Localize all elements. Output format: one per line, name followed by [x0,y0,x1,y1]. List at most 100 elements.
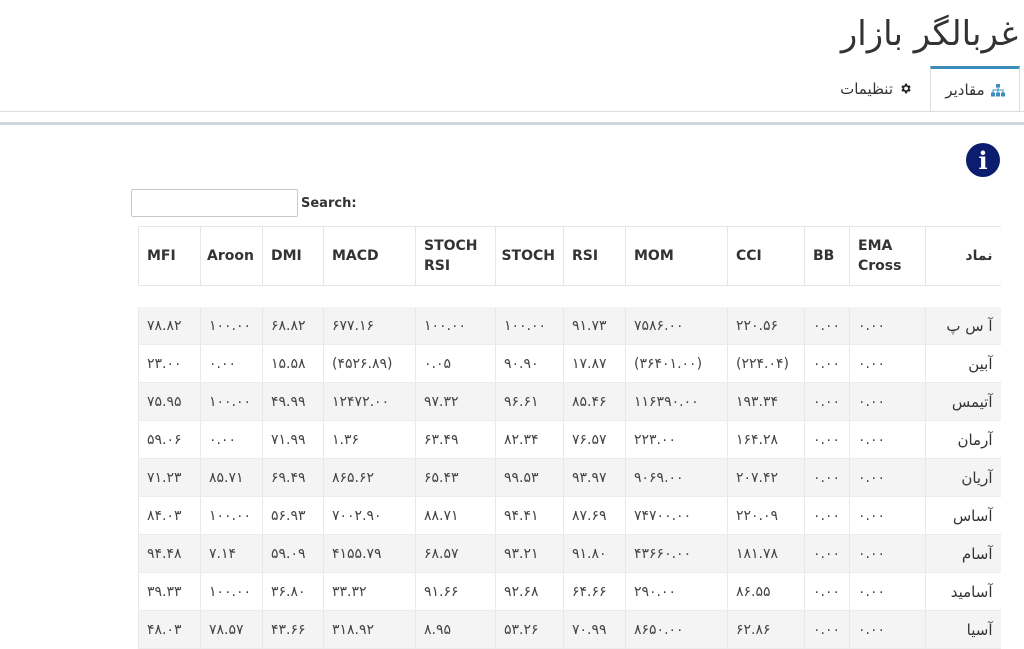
cell-stochrsi: ۶۸.۵۷ [415,534,496,573]
cell-rsi: ۹۱.۸۰ [563,534,626,573]
column-header-aroon[interactable]: Aroon [200,226,263,286]
search-label: Search: [301,196,357,211]
column-header-cci[interactable]: CCI [727,226,805,286]
cell-ema: ۰.۰۰ [849,534,926,573]
cell-bb: ۰.۰۰ [804,344,850,383]
cell-stoch: ۹۲.۶۸ [495,572,564,611]
cell-dmi: ۵۹.۰۹ [262,534,324,573]
tab-settings[interactable]: تنظیمات [840,67,912,110]
cell-stoch: ۹۰.۹۰ [495,344,564,383]
cell-bb: ۰.۰۰ [804,610,850,649]
column-header-bb[interactable]: BB [804,226,850,286]
cell-dmi: ۶۹.۴۹ [262,458,324,497]
table-row[interactable]: آساس ۰.۰۰ ۰.۰۰ ۲۲۰.۰۹ ۷۴۷۰۰.۰۰ ۸۷.۶۹ ۹۴.۴۱ ۸۸.۷… [138,496,1001,535]
cell-macd: ۳۱۸.۹۲ [323,610,416,649]
cell-mfi: ۷۵.۹۵ [138,382,201,421]
table-row[interactable]: آریان ۰.۰۰ ۰.۰۰ ۲۰۷.۴۲ ۹۰۶۹.۰۰ ۹۳.۹۷ ۹۹.۵۳ ۶۵.۴… [138,458,1001,497]
cell-bb: ۰.۰۰ [804,420,850,459]
cell-symbol: آسیا [925,610,1001,649]
gear-icon [899,82,912,95]
cell-mfi: ۳۹.۳۳ [138,572,201,611]
cell-cci: ۱۶۴.۲۸ [727,420,805,459]
cell-aroon: ۷۸.۵۷ [200,610,263,649]
cell-bb: ۰.۰۰ [804,458,850,497]
cell-mfi: ۵۹.۰۶ [138,420,201,459]
cell-mfi: ۷۱.۲۳ [138,458,201,497]
cell-ema: ۰.۰۰ [849,458,926,497]
cell-dmi: ۴۳.۶۶ [262,610,324,649]
column-header-mfi[interactable]: MFI [138,226,201,286]
tab-settings-label: تنظیمات [840,79,893,98]
cell-cci: ۱۸۱.۷۸ [727,534,805,573]
table-row[interactable]: آ س پ ۰.۰۰ ۰.۰۰ ۲۲۰.۵۶ ۷۵۸۶.۰۰ ۹۱.۷۳ ۱۰۰.۰۰ ۱۰۰… [138,307,1001,345]
cell-aroon: ۷.۱۴ [200,534,263,573]
search-input[interactable] [131,189,298,217]
cell-rsi: ۹۳.۹۷ [563,458,626,497]
table-row[interactable]: آرمان ۰.۰۰ ۰.۰۰ ۱۶۴.۲۸ ۲۲۳.۰۰ ۷۶.۵۷ ۸۲.۳۴ ۶۳.۴۹… [138,420,1001,459]
column-header-mom[interactable]: MOM [625,226,728,286]
cell-mfi: ۴۸.۰۳ [138,610,201,649]
cell-mom: ۸۶۵۰.۰۰ [625,610,728,649]
table-row[interactable]: آسامید ۰.۰۰ ۰.۰۰ ۸۶.۵۵ ۲۹۰.۰۰ ۶۴.۶۶ ۹۲.۶۸ ۹۱.۶۶… [138,572,1001,611]
cell-stoch: ۹۳.۲۱ [495,534,564,573]
cell-stoch: ۵۳.۲۶ [495,610,564,649]
column-header-ema-cross[interactable]: EMA Cross [849,226,926,286]
cell-stochrsi: ۶۵.۴۳ [415,458,496,497]
cell-macd: ۴۱۵۵.۷۹ [323,534,416,573]
cell-rsi: ۱۷.۸۷ [563,344,626,383]
cell-cci: ۲۲۰.۵۶ [727,307,805,345]
sitemap-icon [990,83,1005,97]
cell-mom: ۲۹۰.۰۰ [625,572,728,611]
table-row[interactable]: آبین ۰.۰۰ ۰.۰۰ (۲۲۴.۰۴) (۳۶۴۰۱.۰۰) ۱۷.۸۷ ۹۰.۹۰… [138,344,1001,383]
cell-ema: ۰.۰۰ [849,420,926,459]
cell-stochrsi: ۰.۰۵ [415,344,496,383]
cell-macd: ۷۰۰۲.۹۰ [323,496,416,535]
table-row[interactable]: آسیا ۰.۰۰ ۰.۰۰ ۶۲.۸۶ ۸۶۵۰.۰۰ ۷۰.۹۹ ۵۳.۲۶ ۸.۹۵ ۳۱… [138,610,1001,649]
cell-rsi: ۸۵.۴۶ [563,382,626,421]
column-header-rsi[interactable]: RSI [563,226,626,286]
cell-stochrsi: ۸.۹۵ [415,610,496,649]
cell-mfi: ۷۸.۸۲ [138,307,201,345]
info-icon[interactable]: i [966,143,1000,177]
cell-stoch: ۹۶.۶۱ [495,382,564,421]
cell-bb: ۰.۰۰ [804,534,850,573]
cell-stoch: ۸۲.۳۴ [495,420,564,459]
column-header-dmi[interactable]: DMI [262,226,324,286]
cell-ema: ۰.۰۰ [849,307,926,345]
cell-symbol: آتیمس [925,382,1001,421]
table-row[interactable]: آسام ۰.۰۰ ۰.۰۰ ۱۸۱.۷۸ ۴۳۶۶۰.۰۰ ۹۱.۸۰ ۹۳.۲۱ ۶۸.۵… [138,534,1001,573]
table-row[interactable]: آتیمس ۰.۰۰ ۰.۰۰ ۱۹۳.۳۴ ۱۱۶۳۹۰.۰۰ ۸۵.۴۶ ۹۶.۶۱ ۹۷… [138,382,1001,421]
cell-stochrsi: ۶۳.۴۹ [415,420,496,459]
cell-mom: ۱۱۶۳۹۰.۰۰ [625,382,728,421]
cell-symbol: آرمان [925,420,1001,459]
column-header-symbol[interactable]: نماد [925,226,1001,286]
tab-bar: مقادیر تنظیمات [0,66,1024,112]
cell-cci: ۸۶.۵۵ [727,572,805,611]
cell-ema: ۰.۰۰ [849,572,926,611]
cell-dmi: ۴۹.۹۹ [262,382,324,421]
cell-ema: ۰.۰۰ [849,496,926,535]
cell-cci: ۲۰۷.۴۲ [727,458,805,497]
cell-cci: (۲۲۴.۰۴) [727,344,805,383]
table-header-row: نماد EMA Cross BB CCI MOM RSI STOCH STOCH… [138,226,1001,286]
cell-mfi: ۸۴.۰۳ [138,496,201,535]
cell-aroon: ۱۰۰.۰۰ [200,572,263,611]
cell-bb: ۰.۰۰ [804,382,850,421]
cell-bb: ۰.۰۰ [804,572,850,611]
cell-stochrsi: ۹۱.۶۶ [415,572,496,611]
tab-values[interactable]: مقادیر [930,66,1020,111]
cell-symbol: آریان [925,458,1001,497]
column-header-macd[interactable]: MACD [323,226,416,286]
tab-values-label: مقادیر [945,81,985,99]
cell-rsi: ۶۴.۶۶ [563,572,626,611]
cell-symbol: آ س پ [925,307,1001,345]
cell-stoch: ۱۰۰.۰۰ [495,307,564,345]
cell-stochrsi: ۱۰۰.۰۰ [415,307,496,345]
cell-ema: ۰.۰۰ [849,610,926,649]
cell-stochrsi: ۹۷.۳۲ [415,382,496,421]
cell-aroon: ۱۰۰.۰۰ [200,496,263,535]
cell-dmi: ۵۶.۹۳ [262,496,324,535]
column-header-stoch-rsi[interactable]: STOCH RSI [415,226,496,286]
cell-aroon: ۰.۰۰ [200,344,263,383]
column-header-stoch[interactable]: STOCH [495,226,564,286]
